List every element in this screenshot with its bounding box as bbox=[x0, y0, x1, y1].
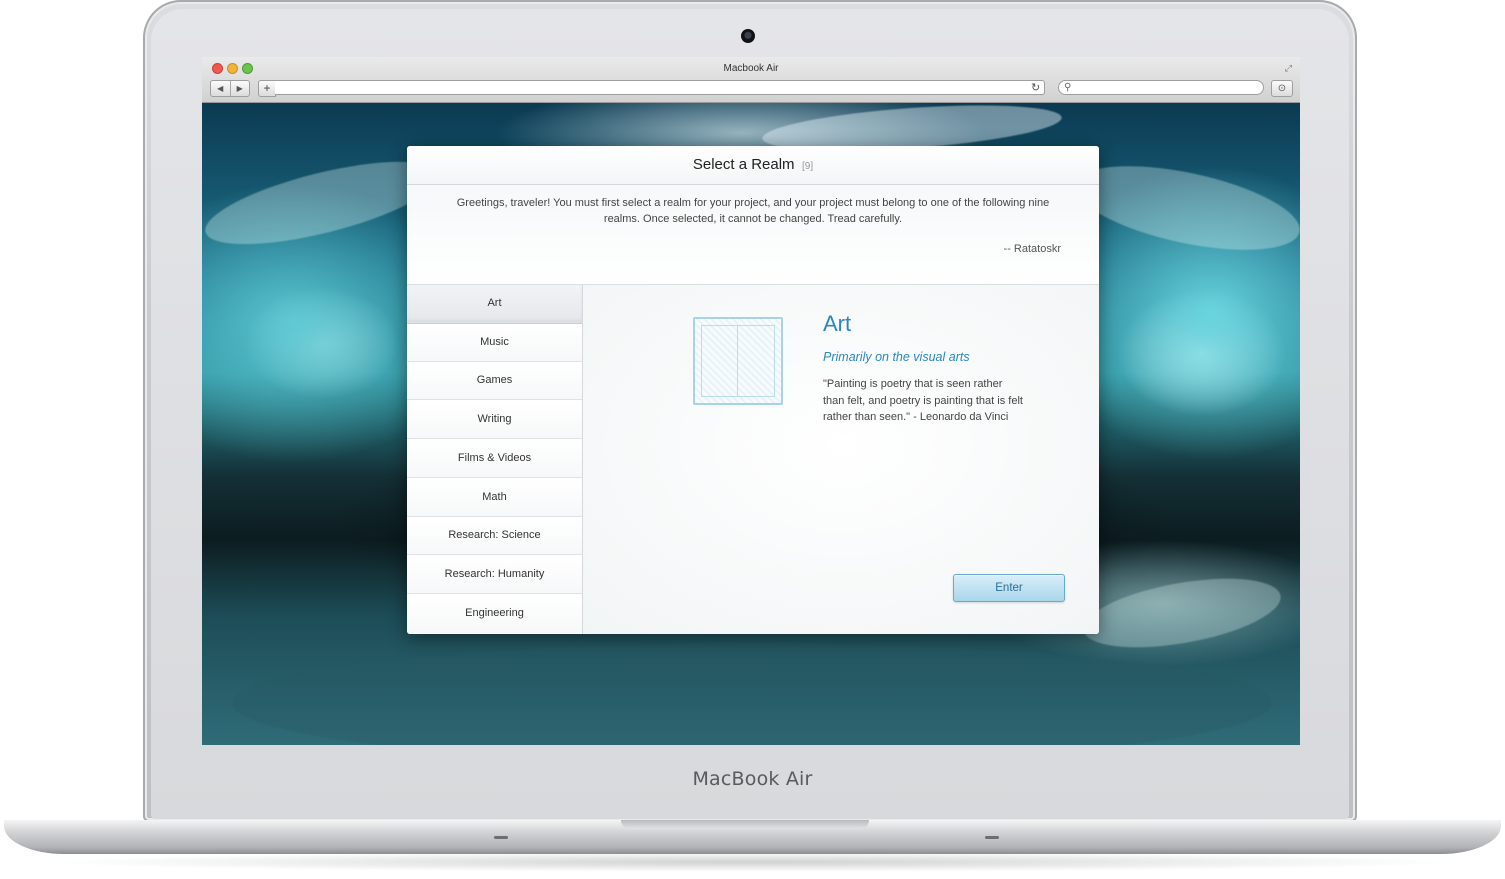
intro-signature: -- Ratatoskr bbox=[1003, 243, 1061, 255]
url-input[interactable] bbox=[275, 80, 1045, 95]
laptop-foot bbox=[985, 836, 999, 839]
intro-panel: Greetings, traveler! You must first sele… bbox=[407, 185, 1099, 285]
laptop-base-notch bbox=[621, 820, 869, 829]
laptop-screen: Macbook Air ⤢ ◀ ▶ + ↻ ⚲ ⊙ Select a Realm… bbox=[202, 57, 1300, 745]
realm-count-badge: [9] bbox=[802, 161, 814, 172]
background-brushstroke bbox=[1067, 149, 1300, 267]
realm-item-games[interactable]: Games bbox=[407, 362, 582, 401]
background-brushstroke bbox=[232, 643, 1272, 745]
device-brand-label: MacBook Air bbox=[692, 768, 813, 790]
search-icon: ⚲ bbox=[1064, 82, 1072, 93]
forward-button[interactable]: ▶ bbox=[231, 81, 250, 96]
dialog-title: Select a Realm bbox=[692, 156, 795, 173]
window-title: Macbook Air bbox=[723, 63, 779, 74]
search-input[interactable] bbox=[1058, 80, 1264, 95]
realm-item-art[interactable]: Art bbox=[407, 285, 582, 323]
realm-quote: "Painting is poetry that is seen rather … bbox=[823, 378, 1023, 423]
realm-item-research-humanity[interactable]: Research: Humanity bbox=[407, 555, 582, 594]
laptop-shadow bbox=[40, 852, 1465, 872]
reload-icon[interactable]: ↻ bbox=[1031, 80, 1040, 96]
back-button[interactable]: ◀ bbox=[211, 81, 231, 96]
camera-icon bbox=[741, 29, 755, 43]
downloads-button[interactable]: ⊙ bbox=[1271, 80, 1293, 97]
realm-item-writing[interactable]: Writing bbox=[407, 401, 582, 440]
back-forward-buttons: ◀ ▶ bbox=[210, 80, 250, 97]
select-realm-dialog: Select a Realm [9] Greetings, traveler! … bbox=[407, 146, 1099, 634]
realm-item-music[interactable]: Music bbox=[407, 323, 582, 362]
realm-item-research-science[interactable]: Research: Science bbox=[407, 517, 582, 556]
canvas-window-icon bbox=[693, 317, 783, 405]
intro-text: Greetings, traveler! You must first sele… bbox=[456, 197, 1050, 225]
realm-item-films-videos[interactable]: Films & Videos bbox=[407, 439, 582, 478]
dialog-header: Select a Realm [9] bbox=[407, 146, 1099, 185]
browser-toolbar: Macbook Air ⤢ ◀ ▶ + ↻ ⚲ ⊙ bbox=[202, 57, 1300, 103]
realm-detail-panel: Art Primarily on the visual arts "Painti… bbox=[583, 285, 1099, 634]
add-bookmark-button[interactable]: + bbox=[258, 80, 276, 97]
fullscreen-icon[interactable]: ⤢ bbox=[1285, 63, 1292, 74]
realm-name: Art bbox=[823, 311, 852, 336]
enter-button[interactable]: Enter bbox=[953, 574, 1065, 602]
realm-list: Art Music Games Writing Films & Videos M… bbox=[407, 285, 583, 634]
background-brushstroke bbox=[1078, 566, 1286, 660]
realm-item-engineering[interactable]: Engineering bbox=[407, 594, 582, 633]
laptop-foot bbox=[494, 836, 508, 839]
realm-tagline: Primarily on the visual arts bbox=[823, 350, 970, 364]
realm-item-math[interactable]: Math bbox=[407, 478, 582, 517]
